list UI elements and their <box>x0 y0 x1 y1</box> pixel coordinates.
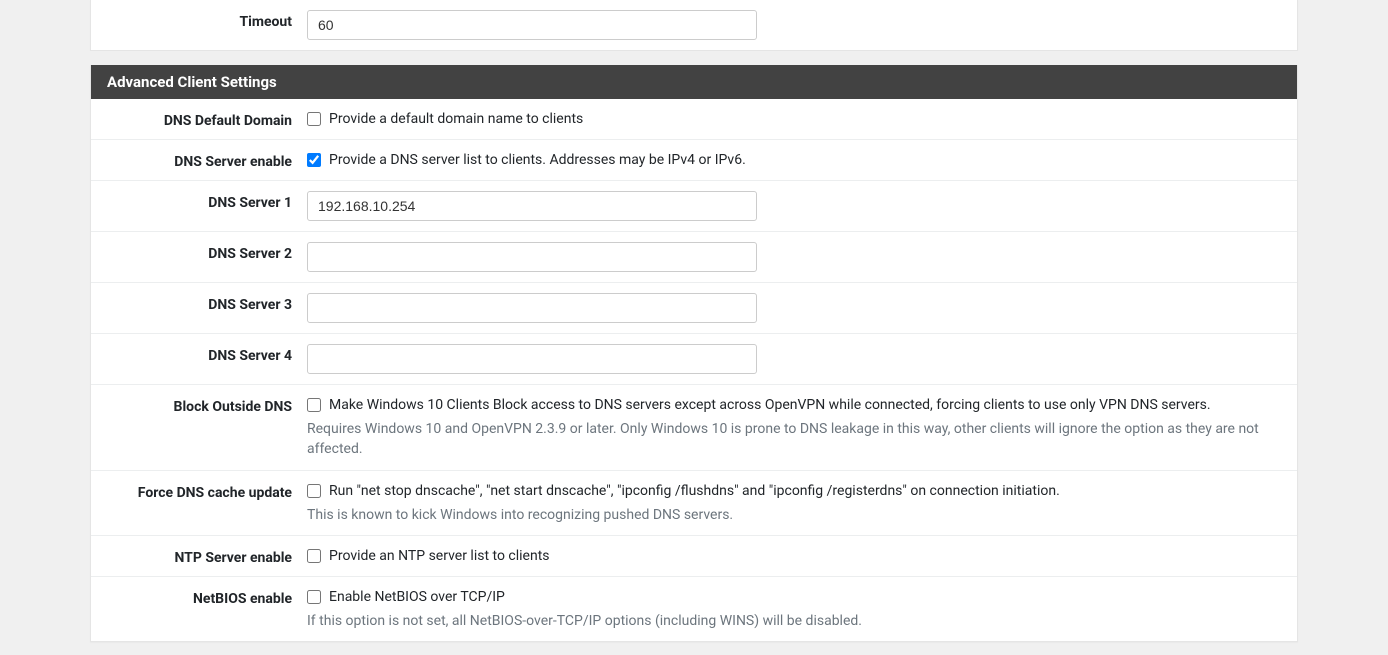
force-dns-cache-update-row: Force DNS cache update Run "net stop dns… <box>91 470 1297 535</box>
dns-default-domain-text: Provide a default domain name to clients <box>329 111 583 127</box>
netbios-enable-text: Enable NetBIOS over TCP/IP <box>329 589 505 605</box>
dns-server-2-label: DNS Server 2 <box>107 242 307 262</box>
dns-server-4-input[interactable] <box>307 344 757 374</box>
dns-server-enable-checkbox[interactable] <box>307 153 321 167</box>
ntp-server-enable-row: NTP Server enable Provide an NTP server … <box>91 535 1297 576</box>
dns-default-domain-row: DNS Default Domain Provide a default dom… <box>91 99 1297 139</box>
ntp-server-enable-text: Provide an NTP server list to clients <box>329 548 550 564</box>
dns-server-enable-row: DNS Server enable Provide a DNS server l… <box>91 139 1297 180</box>
dns-default-domain-checkbox[interactable] <box>307 112 321 126</box>
block-outside-dns-text: Make Windows 10 Clients Block access to … <box>329 397 1211 413</box>
timeout-row: Timeout <box>91 0 1297 50</box>
dns-server-4-label: DNS Server 4 <box>107 344 307 364</box>
netbios-enable-help: If this option is not set, all NetBIOS-o… <box>307 611 1281 631</box>
ntp-server-enable-label: NTP Server enable <box>107 546 307 566</box>
timeout-label: Timeout <box>107 10 307 30</box>
dns-default-domain-label: DNS Default Domain <box>107 109 307 129</box>
dns-server-3-row: DNS Server 3 <box>91 282 1297 333</box>
dns-server-3-input[interactable] <box>307 293 757 323</box>
dns-server-1-label: DNS Server 1 <box>107 191 307 211</box>
dns-server-1-row: DNS Server 1 <box>91 180 1297 231</box>
ping-settings-panel: Timeout <box>90 0 1298 51</box>
advanced-client-settings-header: Advanced Client Settings <box>91 65 1297 99</box>
force-dns-cache-update-help: This is known to kick Windows into recog… <box>307 505 1281 525</box>
block-outside-dns-label: Block Outside DNS <box>107 395 307 415</box>
dns-server-2-input[interactable] <box>307 242 757 272</box>
block-outside-dns-row: Block Outside DNS Make Windows 10 Client… <box>91 384 1297 470</box>
dns-server-1-input[interactable] <box>307 191 757 221</box>
dns-server-enable-label: DNS Server enable <box>107 150 307 170</box>
netbios-enable-checkbox[interactable] <box>307 590 321 604</box>
dns-server-4-row: DNS Server 4 <box>91 333 1297 384</box>
block-outside-dns-help: Requires Windows 10 and OpenVPN 2.3.9 or… <box>307 419 1281 460</box>
force-dns-cache-update-text: Run "net stop dnscache", "net start dnsc… <box>329 483 1060 499</box>
ntp-server-enable-checkbox[interactable] <box>307 549 321 563</box>
timeout-input[interactable] <box>307 10 757 40</box>
netbios-enable-label: NetBIOS enable <box>107 587 307 607</box>
dns-server-2-row: DNS Server 2 <box>91 231 1297 282</box>
dns-server-enable-text: Provide a DNS server list to clients. Ad… <box>329 152 746 168</box>
dns-server-3-label: DNS Server 3 <box>107 293 307 313</box>
force-dns-cache-update-checkbox[interactable] <box>307 484 321 498</box>
block-outside-dns-checkbox[interactable] <box>307 398 321 412</box>
advanced-client-settings-panel: Advanced Client Settings DNS Default Dom… <box>90 65 1298 642</box>
force-dns-cache-update-label: Force DNS cache update <box>107 481 307 501</box>
netbios-enable-row: NetBIOS enable Enable NetBIOS over TCP/I… <box>91 576 1297 641</box>
